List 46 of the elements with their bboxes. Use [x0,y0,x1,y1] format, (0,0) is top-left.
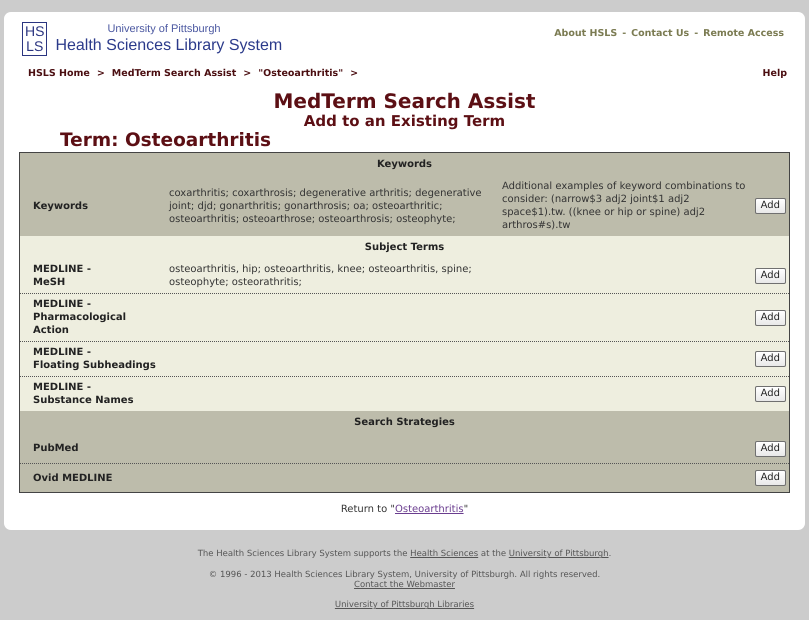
page-subtitle: Add to an Existing Term [304,112,506,130]
add-button[interactable]: Add [754,440,786,457]
breadcrumb-link[interactable]: HSLS Home [28,67,90,82]
section-heading: Keywords [376,158,432,172]
breadcrumb-separator: > [96,67,105,81]
top-nav-link[interactable]: Remote Access [703,27,784,42]
breadcrumb-link[interactable]: "Osteoarthritis" [258,67,344,82]
section-heading: Subject Terms [364,241,444,254]
copyright-text: © 1996 - 2013 Health Sciences Library System, University of Pittsburgh. All rights reserved. [208,570,600,580]
breadcrumb-link[interactable]: MedTerm Search Assist [112,67,236,82]
row-label: Ovid MEDLINE [33,472,112,485]
term-link[interactable]: Osteoarthritis [395,504,464,516]
help-link[interactable]: Help [762,67,787,82]
add-button[interactable]: Add [754,310,786,326]
link-separator: - [694,27,698,41]
library-name: Health Sciences Library System [55,36,282,56]
term-list: coxarthritis; coxarthrosis; degenerative arthritis; degenerative joint; djd; gonarthritis; gonarthrosis; oa; osteoarthritic; osteoarthritis; osteoarthrose; osteoarthrosis; osteophyte; [169,186,492,226]
term-list: osteoarthritis, hip; osteoarthritis, knee; osteoarthritis, spine; osteophyte; osteorathritis; [169,263,492,290]
return-line: Return to "Osteoarthritis" [340,504,468,516]
term-heading: Term: Osteoarthritis [60,130,272,152]
section-heading: Search Strategies [354,416,455,430]
page-title: MedTerm Search Assist [274,90,536,112]
add-button[interactable]: Add [754,386,786,402]
university-name: University of Pittsburgh [107,23,222,36]
support-line: The Health Sciences Library System supports the Health Sciences at the University of Pittsburgh. [198,549,612,560]
add-button[interactable]: Add [754,198,786,214]
breadcrumb-separator: > [243,67,252,81]
footer-link[interactable]: Health Sciences [410,549,478,560]
row-label: PubMed [33,442,78,456]
logo-mark: HS LS [22,22,48,56]
add-button[interactable]: Add [754,268,786,284]
row-label: MEDLINE - Pharmacological Action [33,298,126,338]
footer-link[interactable]: University of Pittsburgh [508,549,609,560]
add-button[interactable]: Add [754,351,786,368]
row-label: MEDLINE - Floating Subheadings [33,346,156,372]
top-nav-link[interactable]: About HSLS [554,27,618,42]
keyword-note: Additional examples of keyword combinations to consider: (narrow$3 adj2 joint$1 adj2 space$1).tw. ((knee or hip or spine) adj2 arthros#s).tw [502,180,746,232]
breadcrumb-separator: > [350,67,358,81]
libraries-link[interactable]: University of Pittsburgh Libraries [334,600,474,610]
add-button[interactable]: Add [754,470,786,486]
row-label: MEDLINE - MeSH [33,263,92,290]
top-nav-link[interactable]: Contact Us [631,27,690,42]
webmaster-link[interactable]: Contact the Webmaster [354,580,455,590]
link-separator: - [622,27,626,41]
row-label: MEDLINE - Substance Names [33,381,134,408]
row-label: Keywords [33,200,88,213]
